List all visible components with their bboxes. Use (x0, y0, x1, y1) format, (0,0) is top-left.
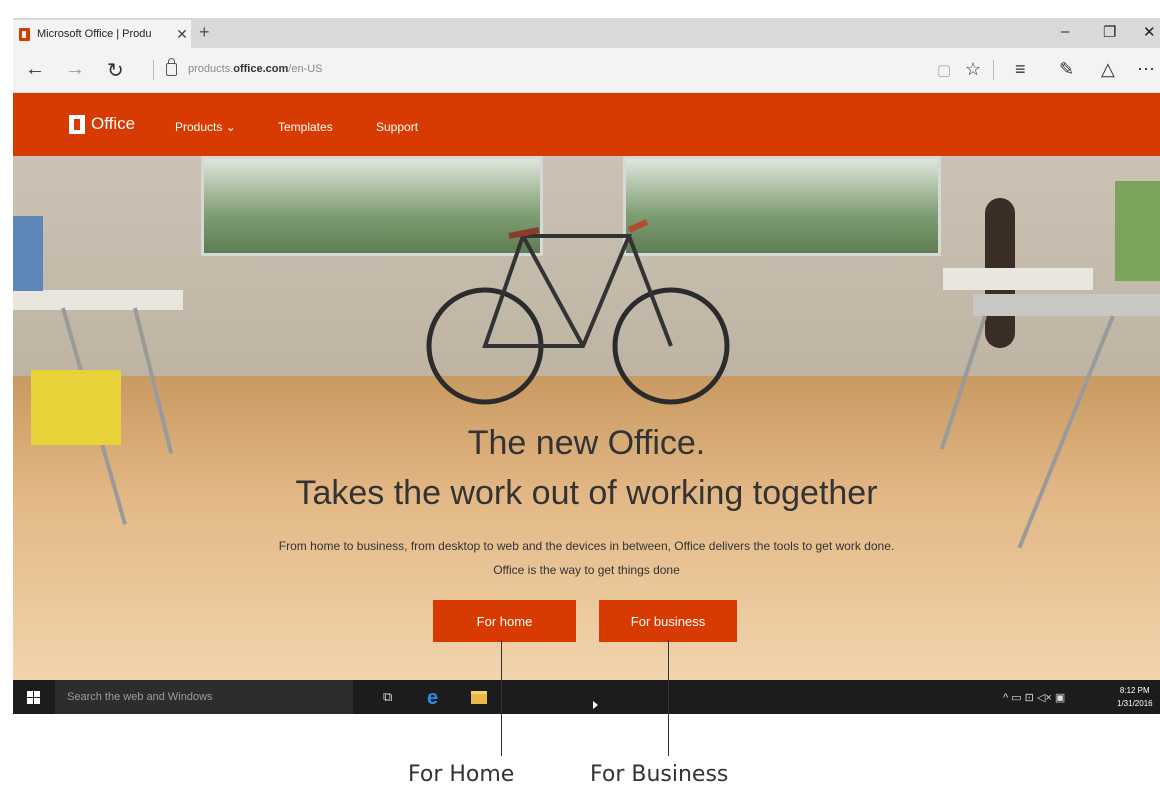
tab-bar: Microsoft Office | Produ ✕ + – ❐ ✕ (13, 18, 1160, 48)
headline-primary: The new Office. (467, 424, 706, 462)
reading-view-icon[interactable]: ▢ (937, 61, 951, 79)
hero-monitor-right (1115, 181, 1160, 281)
share-icon[interactable]: △ (1101, 59, 1115, 80)
back-arrow-icon[interactable]: ← (25, 58, 45, 81)
clock-time: 8:12 PM (1119, 686, 1150, 695)
refresh-icon[interactable]: ↻ (107, 58, 124, 83)
restore-button[interactable]: ❐ (1103, 23, 1116, 41)
nav-templates[interactable]: Templates (278, 120, 333, 134)
browser-tab[interactable]: Microsoft Office | Produ ✕ (13, 20, 191, 48)
taskbar-clock[interactable]: 8:12 PM 1/31/2016 (1117, 684, 1153, 710)
hero-monitor-left (13, 216, 43, 291)
hero-desk-left (13, 290, 183, 310)
url-field[interactable]: products.office.com/en-US (188, 63, 323, 75)
hero-tagline: Office is the way to get things done (493, 563, 680, 577)
office-header: Office Products ⌄ Templates Support (13, 93, 1160, 156)
tab-title: Microsoft Office | Produ (37, 28, 152, 40)
toolbar-divider (993, 60, 994, 80)
web-note-icon[interactable]: ✎ (1059, 59, 1074, 80)
more-icon[interactable]: ⋯ (1137, 59, 1155, 80)
screenshot: Microsoft Office | Produ ✕ + – ❐ ✕ ← → ↻… (13, 18, 1160, 714)
office-logo[interactable]: Office (69, 114, 135, 134)
minimize-button[interactable]: – (1061, 23, 1069, 40)
office-logo-icon (69, 114, 85, 134)
file-explorer-icon[interactable] (471, 691, 487, 704)
headline-secondary: Takes the work out of working together (295, 474, 878, 512)
hero-description: From home to business, from desktop to w… (278, 539, 895, 553)
hero-bicycle (426, 219, 730, 405)
address-bar: ← → ↻ products.office.com/en-US ▢ ☆ ≡ ✎ … (13, 48, 1160, 93)
office-favicon-icon (19, 27, 30, 41)
windows-start-icon[interactable] (27, 691, 40, 704)
mouse-cursor-icon (593, 701, 598, 709)
forward-arrow-icon[interactable]: → (65, 58, 85, 81)
edge-icon[interactable]: e (427, 687, 438, 710)
for-home-button[interactable]: For home (433, 600, 576, 642)
windows-taskbar: Search the web and Windows ⧉ e ^ ▭ ⊡ ◁× … (13, 680, 1160, 714)
office-logo-text: Office (91, 114, 136, 133)
hero-banner: The new Office. Takes the work out of wo… (13, 156, 1160, 680)
close-window-button[interactable]: ✕ (1143, 23, 1156, 41)
callout-line-home (501, 640, 502, 756)
taskbar-search-field[interactable]: Search the web and Windows (55, 680, 353, 714)
tab-close-icon[interactable]: ✕ (173, 26, 191, 43)
callout-label-home: For Home (408, 762, 515, 787)
lock-icon (166, 58, 177, 76)
hero-desk-right (973, 294, 1160, 316)
nav-products[interactable]: Products ⌄ (175, 120, 236, 134)
for-business-button[interactable]: For business (599, 600, 737, 642)
nav-support[interactable]: Support (376, 120, 418, 134)
callout-line-business (668, 640, 669, 756)
callout-label-business: For Business (590, 762, 729, 787)
hero-paper-rolls (943, 268, 1093, 290)
hub-icon[interactable]: ≡ (1015, 59, 1026, 80)
system-tray-icons[interactable]: ^ ▭ ⊡ ◁× ▣ (1003, 691, 1065, 704)
toolbar-divider (153, 60, 154, 80)
clock-date: 1/31/2016 (1117, 699, 1153, 708)
task-view-icon[interactable]: ⧉ (383, 689, 392, 705)
favorite-star-icon[interactable]: ☆ (965, 59, 981, 80)
hero-floor (13, 376, 1160, 680)
new-tab-button[interactable]: + (199, 22, 210, 43)
